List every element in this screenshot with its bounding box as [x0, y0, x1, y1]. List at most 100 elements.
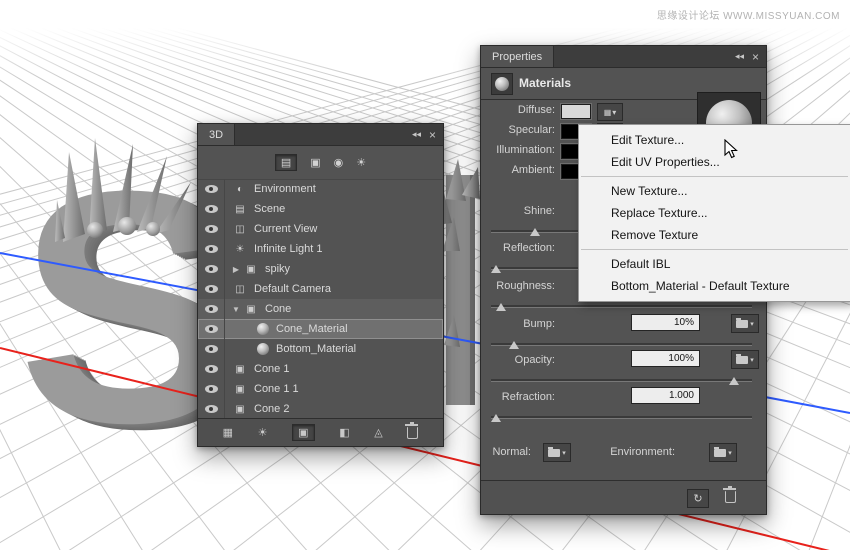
- expand-collapsed-icon[interactable]: ▶: [230, 265, 242, 274]
- expand-expanded-icon[interactable]: ▼: [230, 305, 242, 314]
- visibility-eye-icon[interactable]: [198, 339, 225, 359]
- toggle-lights-icon[interactable]: ☀: [258, 426, 268, 439]
- reflection-label: Reflection:: [503, 242, 555, 254]
- visibility-eye-icon[interactable]: [198, 279, 225, 299]
- row-label: Scene: [254, 203, 286, 215]
- coordinates-icon[interactable]: ◬: [374, 426, 382, 439]
- slider-thumb[interactable]: [728, 377, 739, 385]
- filter-materials-icon[interactable]: ◉: [334, 156, 344, 169]
- folder-icon: [714, 446, 727, 457]
- slider-thumb[interactable]: [496, 303, 507, 311]
- environment-texture-folder-button[interactable]: ▾: [709, 443, 737, 462]
- close-panel-icon[interactable]: ×: [752, 50, 759, 64]
- slider-thumb[interactable]: [530, 228, 541, 236]
- mesh-icon: ▣: [235, 363, 245, 375]
- row-label: Cone: [265, 303, 292, 315]
- menu-item-remove-texture[interactable]: Remove Texture: [579, 224, 850, 246]
- menu-item-edit-uv-properties[interactable]: Edit UV Properties...: [579, 151, 850, 173]
- 3d-row-cone-material[interactable]: Cone_Material: [198, 319, 443, 339]
- sync-views-icon[interactable]: ↻: [687, 489, 709, 508]
- visibility-eye-icon[interactable]: [198, 219, 225, 239]
- filter-meshes-icon[interactable]: ▣: [310, 156, 320, 169]
- close-panel-icon[interactable]: ×: [429, 128, 436, 142]
- 3d-row-default-camera[interactable]: ◫ Default Camera: [198, 279, 443, 299]
- slider-thumb[interactable]: [491, 414, 502, 422]
- 3d-row-cone[interactable]: ▼ ▣ Cone: [198, 299, 443, 319]
- row-label: Infinite Light 1: [254, 243, 323, 255]
- visibility-eye-icon[interactable]: [198, 259, 225, 279]
- diffuse-color-swatch[interactable]: [561, 104, 591, 119]
- delete-icon[interactable]: [405, 421, 419, 439]
- menu-item-new-texture[interactable]: New Texture...: [579, 180, 850, 202]
- render-settings-icon[interactable]: ▣: [292, 424, 315, 441]
- environment-icon: ◐: [236, 183, 244, 195]
- light-icon: ☀: [235, 243, 245, 255]
- menu-item-replace-texture[interactable]: Replace Texture...: [579, 202, 850, 224]
- filter-lights-icon[interactable]: ☀: [356, 156, 366, 169]
- visibility-eye-icon[interactable]: [198, 199, 225, 219]
- 3d-row-current-view[interactable]: ◫ Current View: [198, 219, 443, 239]
- 3d-row-cone-1[interactable]: ▣ Cone 1: [198, 359, 443, 379]
- visibility-eye-icon[interactable]: [198, 239, 225, 259]
- 3d-row-spiky[interactable]: ▶ ▣ spiky: [198, 259, 443, 279]
- visibility-eye-icon[interactable]: [198, 179, 225, 199]
- folder-icon: [736, 353, 749, 364]
- diffuse-texture-button[interactable]: ▦ ▾: [597, 103, 623, 121]
- visibility-eye-icon[interactable]: [198, 399, 225, 418]
- roughness-slider[interactable]: [491, 303, 752, 311]
- slider-thumb[interactable]: [509, 341, 520, 349]
- bump-texture-folder-button[interactable]: ▾: [731, 314, 759, 333]
- collapse-panel-icon[interactable]: ◂◂: [735, 51, 744, 62]
- slider-thumb[interactable]: [491, 265, 502, 273]
- opacity-slider[interactable]: [491, 377, 752, 385]
- chevron-down-icon: ▾: [750, 356, 754, 364]
- properties-toolbar: ↻: [481, 480, 766, 514]
- ground-plane-icon[interactable]: ▦: [223, 426, 233, 439]
- spikes-cluster-icon: [55, 138, 191, 242]
- menu-item-edit-texture[interactable]: Edit Texture...: [579, 129, 850, 151]
- tab-properties[interactable]: Properties: [481, 46, 555, 67]
- material-sphere-icon: [257, 343, 269, 355]
- row-label: Cone 1 1: [254, 383, 299, 395]
- diffuse-label: Diffuse:: [517, 104, 555, 116]
- bump-slider[interactable]: [491, 341, 752, 349]
- menu-item-bottom-material-default-texture[interactable]: Bottom_Material - Default Texture: [579, 275, 850, 297]
- 3d-row-infinite-light[interactable]: ☀ Infinite Light 1: [198, 239, 443, 259]
- row-label: Default Camera: [254, 283, 332, 295]
- bump-label: Bump:: [523, 318, 555, 330]
- 3d-row-scene[interactable]: ▤ Scene: [198, 199, 443, 219]
- opacity-value-field[interactable]: 100%: [631, 350, 700, 367]
- row-label: Cone_Material: [276, 323, 348, 335]
- visibility-eye-icon[interactable]: [198, 299, 225, 319]
- 3d-scene-tree: ◐ Environment ▤ Scene ◫ Current View ☀ I…: [198, 179, 443, 418]
- normal-texture-folder-button[interactable]: ▾: [543, 443, 571, 462]
- 3d-row-cone-2[interactable]: ▣ Cone 2: [198, 399, 443, 418]
- 3d-row-environment[interactable]: ◐ Environment: [198, 179, 443, 199]
- properties-tabbar: Properties ◂◂ ×: [481, 46, 766, 68]
- filter-whole-scene-icon[interactable]: ▤: [274, 153, 298, 171]
- material-sphere-icon: [491, 73, 513, 95]
- 3d-row-bottom-material[interactable]: Bottom_Material: [198, 339, 443, 359]
- visibility-eye-icon[interactable]: [198, 319, 225, 339]
- mesh-icon: ▣: [246, 303, 256, 315]
- refraction-slider[interactable]: [491, 414, 752, 422]
- bump-value-field[interactable]: 10%: [631, 314, 700, 331]
- shadows-icon[interactable]: ◧: [339, 426, 349, 439]
- roughness-label: Roughness:: [496, 280, 555, 292]
- tab-3d[interactable]: 3D: [198, 124, 236, 145]
- visibility-eye-icon[interactable]: [198, 379, 225, 399]
- collapse-panel-icon[interactable]: ◂◂: [412, 129, 421, 140]
- photoshop-3d-workspace: S 思缘设计论坛 WWW.MISSYUAN.COM 3D ◂◂ × ▤ ▣ ◉ …: [0, 0, 850, 550]
- row-label: Bottom_Material: [276, 343, 357, 355]
- 3d-filter-bar: ▤ ▣ ◉ ☀: [198, 145, 443, 180]
- menu-item-default-ibl[interactable]: Default IBL: [579, 253, 850, 275]
- chevron-down-icon: ▾: [728, 449, 732, 457]
- ambient-label: Ambient:: [511, 164, 555, 176]
- delete-icon[interactable]: [723, 486, 736, 503]
- 3d-panel-toolbar: ▦ ☀ ▣ ◧ ◬: [198, 418, 443, 446]
- refraction-value-field[interactable]: 1.000: [631, 387, 700, 404]
- visibility-eye-icon[interactable]: [198, 359, 225, 379]
- chevron-down-icon: ▾: [750, 320, 754, 328]
- opacity-texture-folder-button[interactable]: ▾: [731, 350, 759, 369]
- 3d-row-cone-1-1[interactable]: ▣ Cone 1 1: [198, 379, 443, 399]
